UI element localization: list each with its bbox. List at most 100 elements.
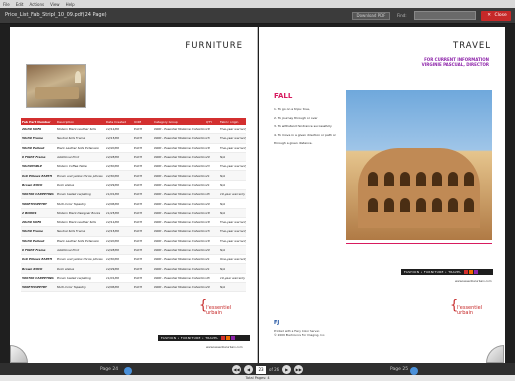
table-cell: N/A: [220, 248, 226, 252]
download-button[interactable]: Download PDF: [352, 12, 390, 20]
menu-edit[interactable]: Edit: [16, 2, 24, 7]
table-cell: EACH: [134, 155, 142, 160]
arch: [416, 172, 426, 186]
tip-item: 4. To move in a given direction or path …: [274, 132, 336, 137]
table-cell: EACH: [134, 275, 142, 280]
left-page-button[interactable]: [124, 367, 132, 375]
left-page-title: FURNITURE: [185, 41, 243, 51]
table-cell: Additional Print: [57, 248, 80, 252]
status-bar: Total Pages: 4: [0, 375, 515, 381]
col-header: Date Created: [106, 119, 126, 124]
table-cell: EACH: [134, 210, 142, 215]
table-row: 6x6 Pillows EARTH Brown and yellow throw …: [21, 255, 246, 265]
menu-actions[interactable]: Actions: [29, 2, 44, 7]
table-cell: Five-year warranty: [220, 164, 246, 169]
menu-help[interactable]: Help: [66, 2, 75, 7]
table-row: 50x50 Pullout Black Leather Sofa Extensio…: [21, 144, 246, 153]
table-cell: 12/14/09: [106, 127, 119, 132]
table-cell: EACH: [134, 145, 142, 150]
table-cell: 0000 - Essential Moderne Collection: [154, 210, 206, 215]
prev-page-icon[interactable]: ◀: [244, 365, 253, 374]
divider-line: [346, 243, 492, 244]
table-cell: 0000 - Essential Moderne Collection: [154, 238, 206, 243]
table-cell: Neutral Sofa Frame: [57, 229, 86, 234]
table-cell: 45: [206, 192, 210, 197]
table-cell: Neutral Sofa Frame: [57, 136, 86, 141]
table-row: 50X700 CARPETING Brown tasted carpeting 11…: [21, 190, 246, 200]
table-cell: 50x50 Pullout: [22, 238, 45, 243]
table-cell: 0000 - Essential Moderne Collection: [154, 136, 206, 141]
page-curl-right[interactable]: [486, 345, 504, 363]
table-cell: 12/15/09: [106, 229, 119, 234]
page-number-input[interactable]: 23: [256, 365, 266, 374]
table-cell: Brown and yellow throw pillows: [57, 173, 103, 178]
menu-view[interactable]: View: [50, 2, 60, 7]
search-input[interactable]: [414, 11, 476, 20]
table-cell: 45: [206, 275, 210, 280]
table-cell: 12/29/09: [106, 182, 119, 187]
table-cell: 0000 - Essential Moderne Collection: [154, 275, 206, 280]
first-page-icon[interactable]: ◀◀: [232, 365, 241, 374]
page-curl-left[interactable]: [10, 345, 28, 363]
right-page-title: TRAVEL: [453, 41, 491, 51]
table-cell: EACH: [134, 220, 142, 225]
close-button[interactable]: ✕ Close: [481, 11, 511, 21]
table-cell: 50XETHAPETRY: [22, 201, 47, 206]
table-cell: Brown ROCK: [22, 182, 43, 187]
table-cell: 11/01/09: [106, 192, 119, 197]
table-row: 20x50 SOFA Modern Black Leather Sofa 12/14…: [21, 125, 246, 135]
table-cell: 0000 - Essential Moderne Collection: [154, 285, 206, 290]
table-cell: 50x50 Frame: [22, 136, 43, 141]
left-page-label: Page 24: [100, 367, 119, 372]
printer-credit: Printed with a Fiery Color Server. © 200…: [274, 329, 325, 337]
table-cell: N/A: [220, 266, 226, 271]
table-cell: 0000 - Essential Moderne Collection: [154, 248, 206, 252]
table-cell: 0000 - Essential Moderne Collection: [154, 182, 206, 187]
table-cell: 12/30/09: [106, 164, 119, 169]
category-strip-text: FASHION • FURNITURE • TRAVEL: [404, 270, 462, 274]
table-cell: Modern Coffee Table: [57, 164, 87, 169]
page-navigation: ◀◀ ◀ 23 of 26 ▶ ▶▶: [232, 365, 304, 374]
table-cell: 50x50TABLE: [22, 164, 42, 169]
arch: [448, 198, 458, 212]
menu-bar: File Edit Actions View Help: [0, 0, 515, 8]
table-cell: N/A: [220, 182, 226, 187]
table-cell: 0000 - Essential Moderne Collection: [154, 173, 206, 178]
col-header: UOM: [134, 119, 142, 124]
brace-icon: {: [450, 298, 459, 313]
lamp-shape: [75, 71, 81, 83]
fall-heading: FALL: [274, 92, 293, 100]
table-row: 6 FINAT Frame Additional Print 12/28/09 EAC…: [21, 245, 246, 256]
table-cell: 0000 - Essential Moderne Collection: [154, 266, 206, 271]
window-title: Price_List_Fab_Stripl_10_09.pdf(24 Page): [5, 12, 107, 18]
table-cell: 50x50 Frame: [22, 229, 43, 234]
category-strip: FASHION • FURNITURE • TRAVEL: [401, 269, 493, 275]
table-row: Brown ROCK Rock statue 12/29/09 EACH 0000 - …: [21, 181, 246, 191]
close-icon: ✕: [487, 13, 492, 18]
brand-line2: urbain: [457, 310, 474, 316]
table-cell: 0000 - Essential Moderne Collection: [154, 155, 206, 160]
table-cell: EACH: [134, 164, 142, 169]
menu-file[interactable]: File: [3, 2, 10, 7]
table-cell: Five-year warranty: [220, 220, 246, 225]
table-row: 50XETHAPETRY Multi-Color Tapestry 12/06/09…: [21, 199, 246, 209]
category-strip-text: FASHION • FURNITURE • TRAVEL: [161, 336, 219, 340]
table-row: 50x50 Frame Neutral Sofa Frame 12/15/09 EAC…: [21, 134, 246, 144]
brand-logo: { l'essentiel urbain: [450, 299, 482, 316]
tip-item: through a given distance.: [274, 141, 313, 145]
table-cell: 50XETHAPETRY: [22, 285, 47, 290]
table-cell: 0000 - Essential Moderne Collection: [154, 192, 206, 197]
right-page-button[interactable]: [410, 367, 418, 375]
tip-item: 2. To journey through or over: [274, 115, 318, 120]
table-cell: Five-year warranty: [220, 136, 246, 141]
table-cell: N/A: [220, 210, 226, 215]
table-cell: 18: [206, 210, 210, 215]
website-text: www.lessentielurbain.com: [206, 345, 243, 349]
last-page-icon[interactable]: ▶▶: [294, 365, 304, 374]
arch: [416, 198, 426, 212]
table-row: 2 BOOKS Modern Black Designer Books 11/25/…: [21, 208, 246, 218]
table-cell: 10-year warranty: [220, 275, 246, 280]
next-page-icon[interactable]: ▶: [282, 365, 292, 374]
table-cell: 50X700 CARPETING: [22, 192, 54, 197]
table-cell: 12/29/09: [106, 266, 119, 271]
